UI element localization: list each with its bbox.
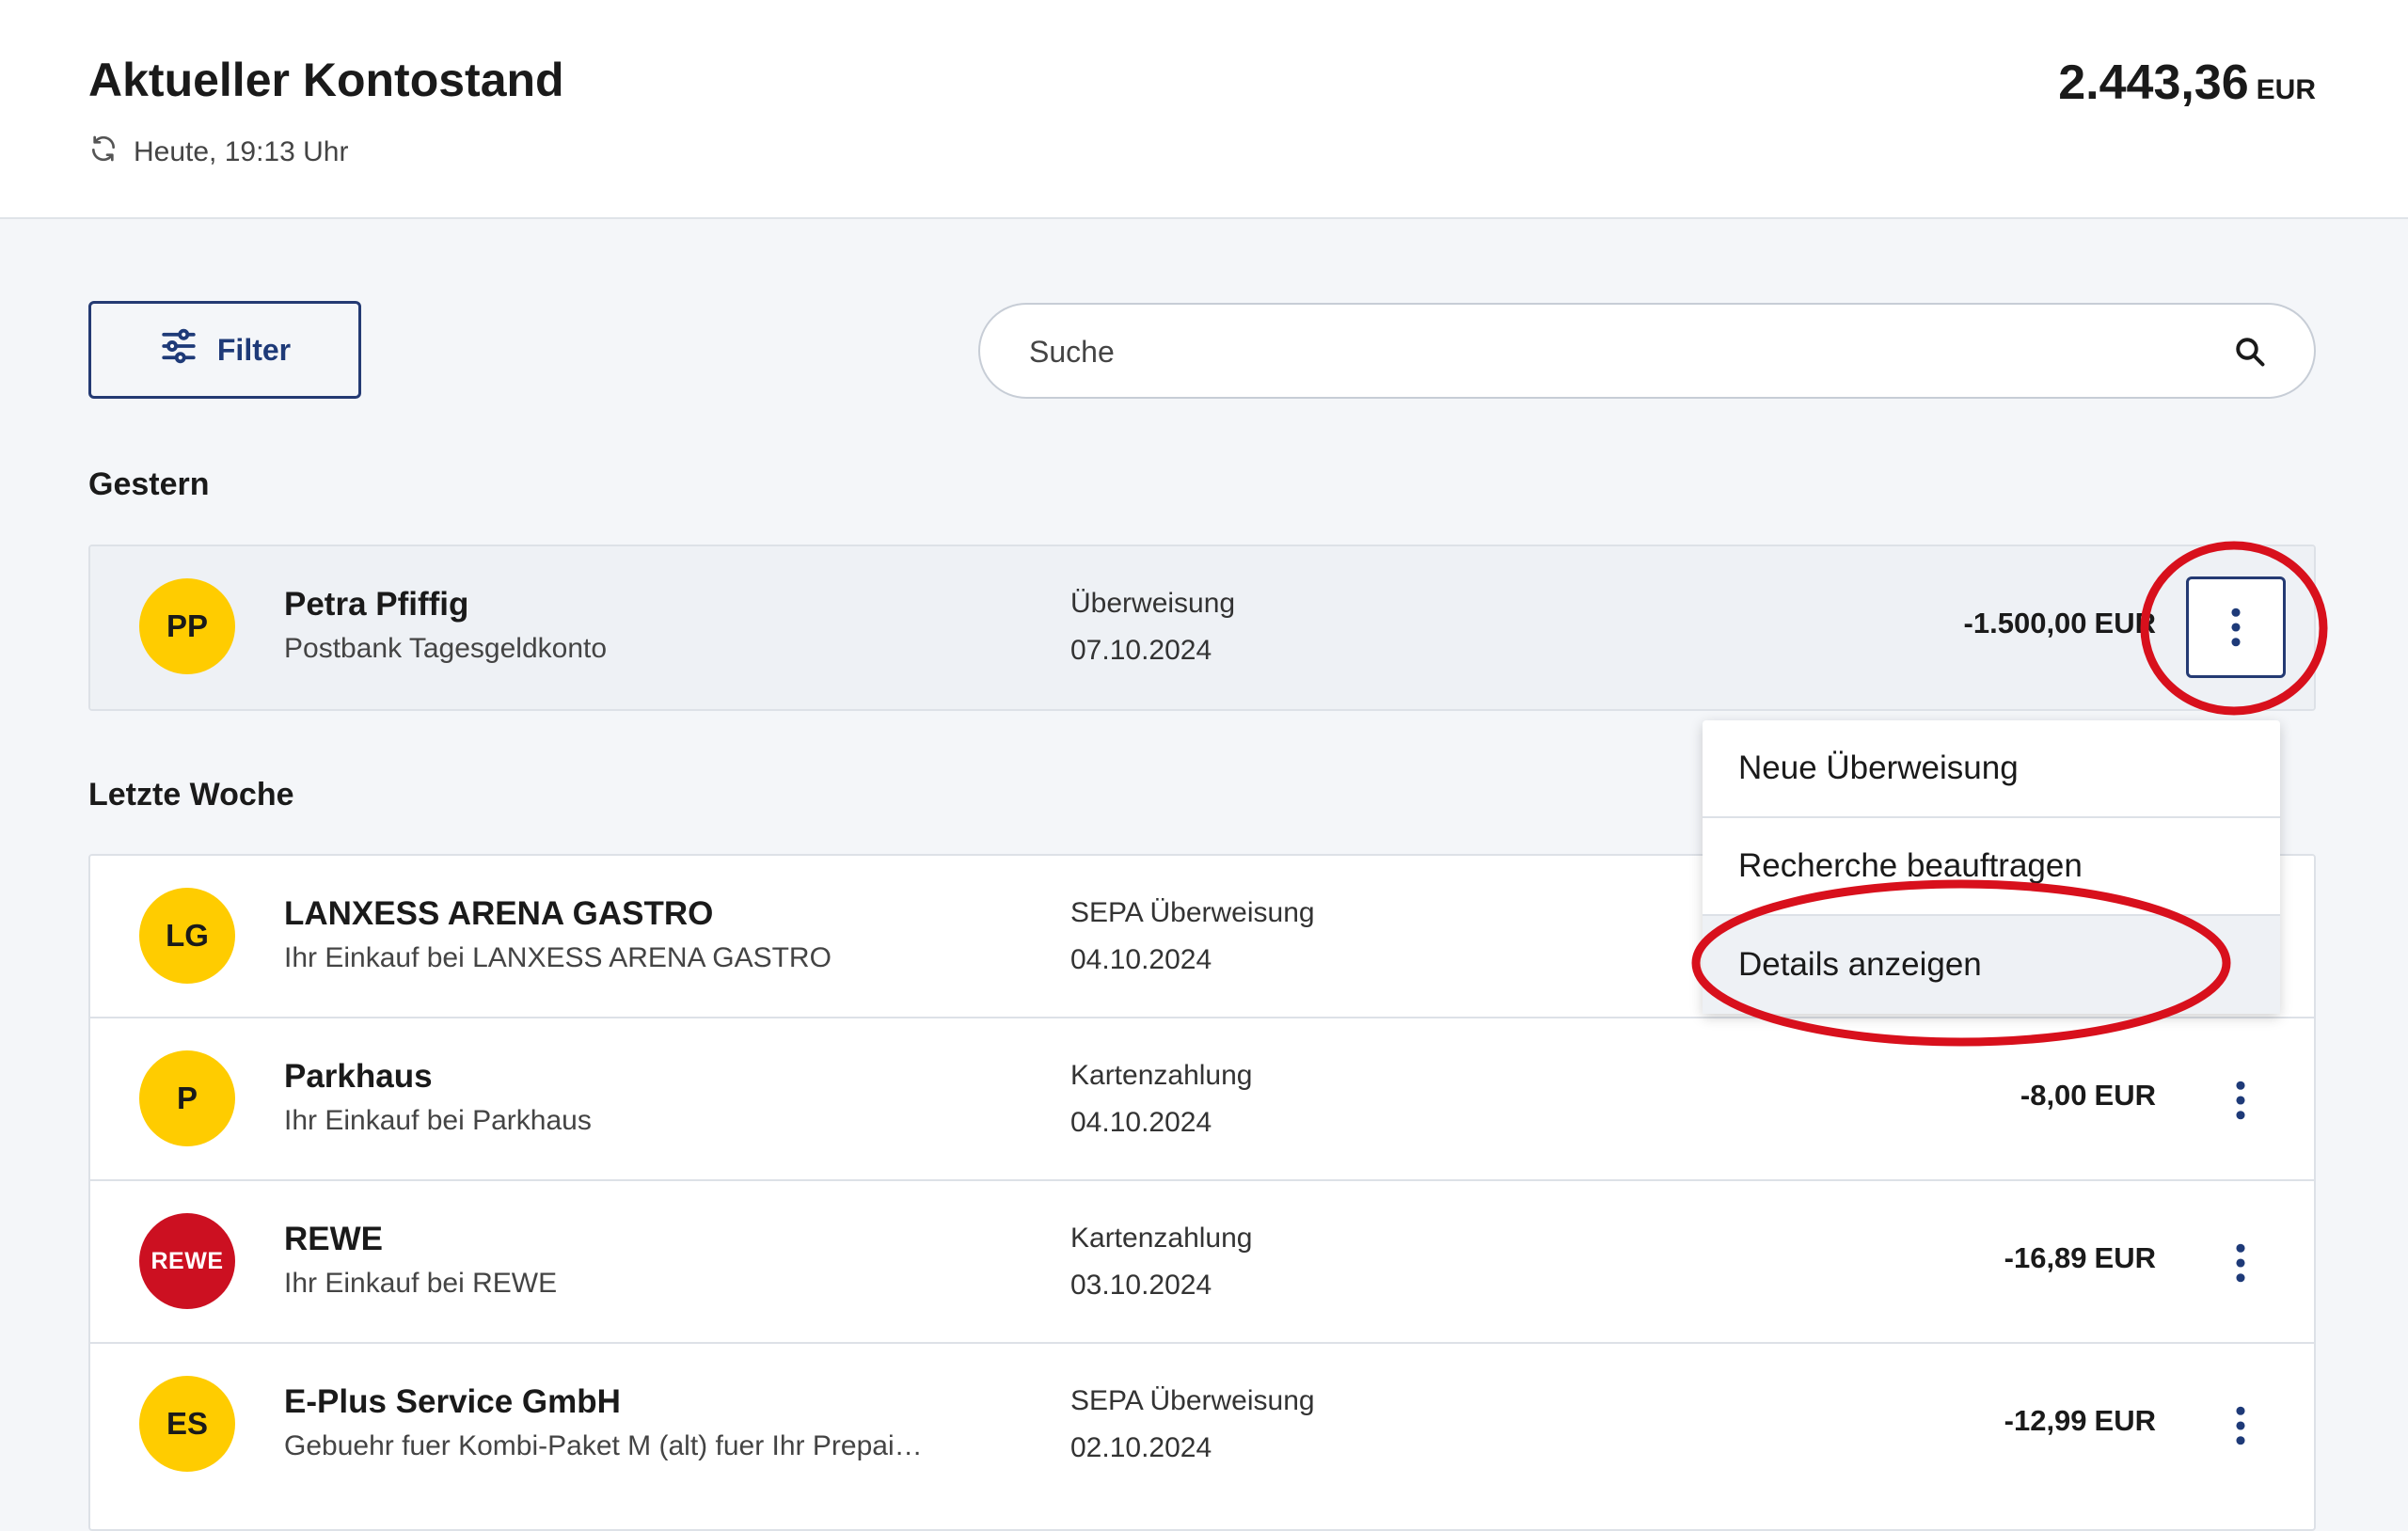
- transaction-date: 04.10.2024: [1070, 1107, 1212, 1138]
- transaction-amount: -1.500,00 EUR: [1964, 607, 2156, 640]
- transaction-name: Parkhaus: [284, 1058, 433, 1095]
- account-balance: 2.443,36 EUR: [2058, 55, 2316, 111]
- transaction-description: Ihr Einkauf bei LANXESS ARENA GASTRO: [284, 942, 832, 973]
- search-box[interactable]: [978, 303, 2316, 399]
- balance-currency: EUR: [2256, 74, 2316, 105]
- more-vertical-icon: [2236, 1243, 2245, 1283]
- balance-value: 2.443,36: [2058, 55, 2249, 110]
- search-input[interactable]: [1027, 305, 2207, 399]
- transaction-amount: -8,00 EUR: [2020, 1079, 2156, 1113]
- avatar: PP: [139, 578, 235, 674]
- amount-value: -16,89: [2004, 1241, 2087, 1274]
- page-title: Aktueller Kontostand: [88, 54, 564, 106]
- transaction-description: Gebuehr fuer Kombi-Paket M (alt) fuer Ih…: [284, 1430, 923, 1461]
- amount-currency: EUR: [2094, 1404, 2156, 1437]
- transaction-row[interactable]: REWE REWE Ihr Einkauf bei REWE Kartenzah…: [90, 1181, 2314, 1344]
- transaction-date: 04.10.2024: [1070, 944, 1212, 975]
- transaction-name: REWE: [284, 1221, 383, 1257]
- transaction-date: 02.10.2024: [1070, 1432, 1212, 1463]
- transaction-amount: -12,99 EUR: [2004, 1404, 2156, 1438]
- transaction-name: LANXESS ARENA GASTRO: [284, 895, 714, 932]
- filter-label: Filter: [216, 332, 292, 367]
- sliders-icon: [159, 326, 198, 373]
- rewe-logo: REWE: [139, 1213, 235, 1309]
- menu-item-new-transfer[interactable]: Neue Überweisung: [1703, 720, 2280, 818]
- last-updated: Heute, 19:13 Uhr: [88, 134, 348, 171]
- transaction-name: Petra Pfiffig: [284, 586, 469, 623]
- avatar: ES: [139, 1376, 235, 1472]
- avatar: LG: [139, 888, 235, 984]
- menu-item-show-details[interactable]: Details anzeigen: [1703, 916, 2280, 1014]
- search-icon[interactable]: [2233, 335, 2267, 369]
- menu-item-request-research[interactable]: Recherche beauftragen: [1703, 818, 2280, 916]
- more-vertical-icon: [2231, 608, 2241, 647]
- account-header: Aktueller Kontostand Heute, 19:13 Uhr 2.…: [0, 0, 2408, 219]
- transaction-type: Überweisung: [1070, 588, 1236, 619]
- more-options-button[interactable]: [2205, 1223, 2276, 1303]
- section-label-yesterday: Gestern: [88, 466, 210, 502]
- transaction-group-yesterday: PP Petra Pfiffig Postbank Tagesgeldkonto…: [88, 545, 2316, 711]
- avatar: P: [139, 1050, 235, 1146]
- amount-value: -12,99: [2004, 1404, 2087, 1437]
- amount-value: -1.500,00: [1963, 607, 2087, 639]
- transaction-row[interactable]: ES E-Plus Service GmbH Gebuehr fuer Komb…: [90, 1344, 2314, 1507]
- transaction-row[interactable]: P Parkhaus Ihr Einkauf bei Parkhaus Kart…: [90, 1018, 2314, 1181]
- transaction-name: E-Plus Service GmbH: [284, 1383, 621, 1420]
- more-options-button[interactable]: [2205, 1060, 2276, 1141]
- transaction-type: Kartenzahlung: [1070, 1060, 1253, 1091]
- transaction-amount: -16,89 EUR: [2004, 1241, 2156, 1275]
- refresh-icon[interactable]: [88, 134, 119, 171]
- transaction-description: Ihr Einkauf bei REWE: [284, 1268, 558, 1299]
- transaction-type: SEPA Überweisung: [1070, 1385, 1315, 1416]
- transaction-date: 07.10.2024: [1070, 635, 1212, 666]
- transaction-date: 03.10.2024: [1070, 1270, 1212, 1301]
- more-vertical-icon: [2236, 1406, 2245, 1445]
- transaction-description: Postbank Tagesgeldkonto: [284, 633, 608, 664]
- more-vertical-icon: [2236, 1081, 2245, 1120]
- context-menu: Neue Überweisung Recherche beauftragen D…: [1703, 720, 2280, 1014]
- transaction-type: SEPA Überweisung: [1070, 897, 1315, 928]
- more-options-button[interactable]: [2186, 576, 2286, 678]
- more-options-button[interactable]: [2205, 1385, 2276, 1466]
- amount-value: -8,00: [2020, 1079, 2087, 1112]
- transaction-type: Kartenzahlung: [1070, 1223, 1253, 1254]
- last-updated-text: Heute, 19:13 Uhr: [134, 136, 349, 167]
- amount-currency: EUR: [2094, 607, 2156, 639]
- transaction-description: Ihr Einkauf bei Parkhaus: [284, 1105, 592, 1136]
- section-label-last-week: Letzte Woche: [88, 777, 294, 813]
- transaction-row[interactable]: PP Petra Pfiffig Postbank Tagesgeldkonto…: [90, 546, 2314, 709]
- amount-currency: EUR: [2094, 1079, 2156, 1112]
- filter-button[interactable]: Filter: [88, 301, 361, 399]
- amount-currency: EUR: [2094, 1241, 2156, 1274]
